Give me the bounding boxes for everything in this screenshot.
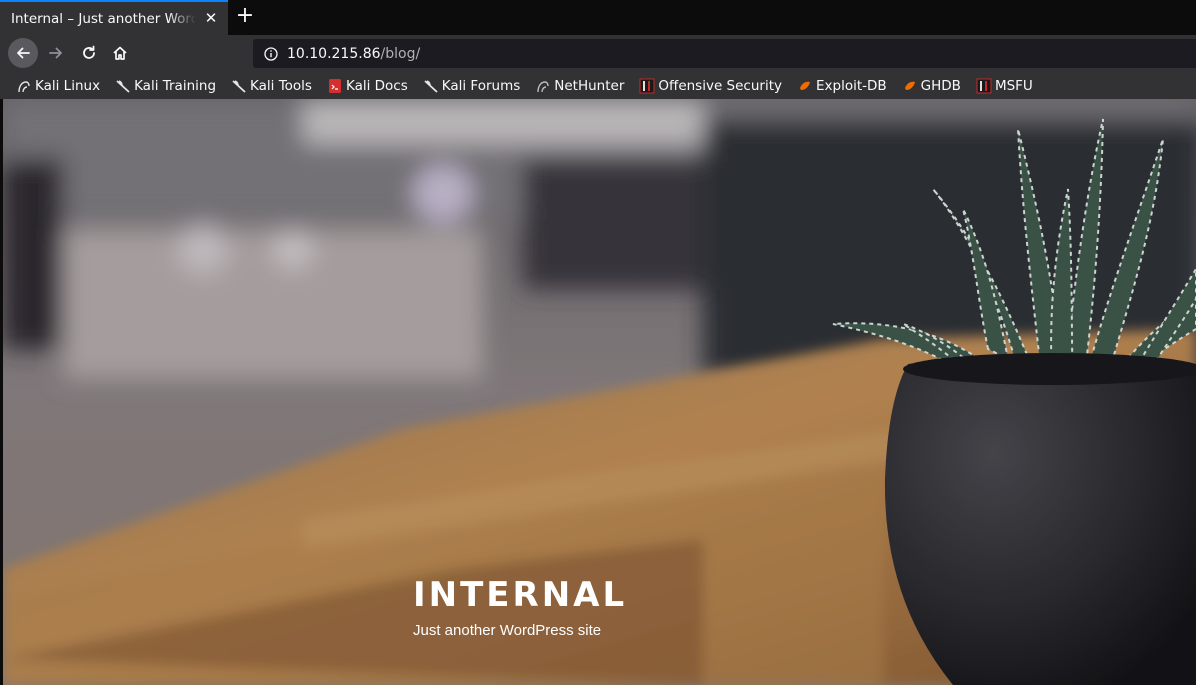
tab-close-icon[interactable]: ✕ [203, 10, 219, 26]
reload-button[interactable] [75, 39, 103, 67]
bookmark-ghdb[interactable]: GHDB [902, 74, 961, 98]
bookmark-kali-tools[interactable]: Kali Tools [231, 74, 312, 98]
site-title[interactable]: INTERNAL [413, 575, 627, 615]
bookmark-label: MSFU [994, 77, 1033, 94]
site-tagline: Just another WordPress site [413, 622, 602, 639]
back-arrow-icon [17, 47, 30, 59]
bookmark-kali-docs[interactable]: Kali Docs [327, 74, 408, 98]
tab-strip: Internal – Just another WordPress site ✕… [0, 0, 1196, 35]
kali-dragon-icon [115, 78, 131, 94]
bookmark-label: Exploit-DB [816, 77, 887, 94]
kali-dragon-icon [423, 78, 439, 94]
home-icon [113, 46, 127, 60]
bookmark-label: Kali Forums [441, 77, 521, 94]
new-tab-button[interactable]: + [234, 5, 256, 29]
offsec-icon [639, 78, 655, 94]
bookmark-kali-linux[interactable]: Kali Linux [16, 74, 100, 98]
url-bar[interactable]: 10.10.215.86/blog/ [253, 39, 1196, 68]
exploitdb-icon [902, 78, 918, 94]
back-button[interactable] [8, 38, 38, 68]
forward-button[interactable] [42, 39, 70, 67]
bookmark-msfu[interactable]: MSFU [976, 74, 1033, 98]
offsec-icon [976, 78, 992, 94]
info-icon[interactable] [264, 46, 278, 61]
bookmark-label: Kali Docs [345, 77, 408, 94]
kali-dragon-icon [231, 78, 247, 94]
bookmark-label: GHDB [920, 77, 961, 94]
bookmark-label: Kali Training [134, 77, 217, 94]
browser-tab[interactable]: Internal – Just another WordPress site ✕ [0, 0, 228, 35]
bookmark-exploit-db[interactable]: Exploit-DB [797, 74, 887, 98]
url-path: /blog/ [380, 45, 421, 62]
nethunter-icon [535, 78, 551, 94]
bookmarks-toolbar: Kali Linux Kali Training Kali Tools Kali… [0, 72, 1196, 99]
bookmark-label: NetHunter [554, 77, 625, 94]
bookmark-label: Kali Tools [250, 77, 312, 94]
forward-arrow-icon [49, 47, 62, 59]
bookmark-nethunter[interactable]: NetHunter [535, 74, 624, 98]
url-host: 10.10.215.86 [287, 45, 381, 62]
bookmark-kali-forums[interactable]: Kali Forums [423, 74, 521, 98]
navigation-bar: 10.10.215.86/blog/ [0, 35, 1196, 72]
tab-title: Internal – Just another WordPress site [11, 10, 196, 27]
web-page: INTERNAL Just another WordPress site [3, 99, 1196, 685]
bookmark-label: Kali Linux [35, 77, 101, 94]
kali-dragon-icon [16, 78, 32, 94]
bookmark-offensive-security[interactable]: Offensive Security [639, 74, 782, 98]
reload-icon [83, 45, 95, 59]
exploitdb-icon [797, 78, 813, 94]
bookmark-label: Offensive Security [658, 77, 782, 94]
home-button[interactable] [106, 39, 134, 67]
bookmark-kali-training[interactable]: Kali Training [115, 74, 216, 98]
kali-docs-icon [327, 78, 343, 94]
